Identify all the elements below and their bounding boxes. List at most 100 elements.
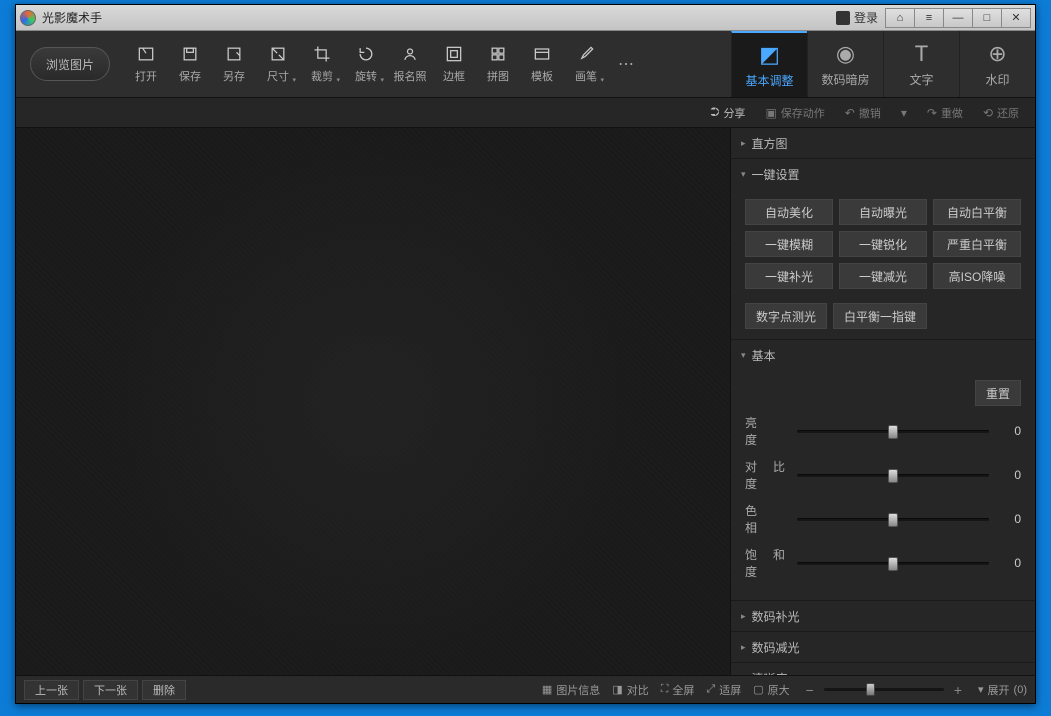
hue-row: 色 相0 [745, 502, 1021, 536]
rtab-watermark[interactable]: ⊕水印 [959, 31, 1035, 97]
fullscreen-icon: ⛶ [661, 683, 669, 696]
spot-meter-button[interactable]: 数字点测光 [745, 303, 827, 329]
auto-beautify-button[interactable]: 自动美化 [745, 199, 833, 225]
restore-icon: ⟲ [983, 106, 993, 120]
tb-idphoto[interactable]: 报名照 [388, 40, 432, 88]
redo-button[interactable]: ↷重做 [919, 105, 971, 121]
clarity-header[interactable]: ▸清晰度 [731, 663, 1035, 675]
tb-crop[interactable]: 裁剪▾ [300, 40, 344, 88]
triangle-down-icon: ▾ [741, 350, 746, 361]
chevron-down-icon: ▾ [336, 76, 340, 84]
save-action-button[interactable]: ▣保存动作 [757, 105, 832, 121]
section-digital-dim: ▸数码减光 [731, 632, 1035, 663]
digital-dim-header[interactable]: ▸数码减光 [731, 632, 1035, 662]
rtab-text[interactable]: T文字 [883, 31, 959, 97]
status-right: ▦图片信息 ◨对比 ⛶全屏 ⤢适屏 ▢原大 − + ▾展开(0) [542, 682, 1027, 698]
original-size-button[interactable]: ▢原大 [753, 682, 789, 698]
hue-slider[interactable] [797, 511, 989, 527]
zoom-in-button[interactable]: + [950, 682, 966, 698]
tb-frame[interactable]: 边框 [432, 40, 476, 88]
settings-button[interactable]: ≡ [914, 8, 944, 28]
chevron-down-icon: ▾ [380, 76, 384, 84]
minimize-button[interactable]: — [943, 8, 973, 28]
auto-exposure-button[interactable]: 自动曝光 [839, 199, 927, 225]
prev-image-button[interactable]: 上一张 [24, 680, 79, 700]
high-iso-button[interactable]: 高ISO降噪 [933, 263, 1021, 289]
triangle-right-icon: ▸ [741, 673, 746, 676]
severe-wb-button[interactable]: 严重白平衡 [933, 231, 1021, 257]
compare-icon: ◨ [612, 683, 622, 696]
save-icon [180, 44, 200, 64]
right-tabs: ◩基本调整 ◉数码暗房 T文字 ⊕水印 [731, 31, 1035, 97]
auto-wb-button[interactable]: 自动白平衡 [933, 199, 1021, 225]
window-controls: ⌂ ≡ — □ ✕ [886, 8, 1031, 28]
delete-image-button[interactable]: 删除 [142, 680, 186, 700]
tb-saveas[interactable]: 另存 [212, 40, 256, 88]
reset-button[interactable]: 重置 [975, 380, 1021, 406]
browse-images-button[interactable]: 浏览图片 [30, 47, 110, 81]
share-button[interactable]: ⮊分享 [702, 105, 753, 121]
histogram-header[interactable]: ▸直方图 [731, 128, 1035, 158]
close-button[interactable]: ✕ [1001, 8, 1031, 28]
status-bar: 上一张 下一张 删除 ▦图片信息 ◨对比 ⛶全屏 ⤢适屏 ▢原大 − + ▾展开… [16, 675, 1035, 703]
basic-adjust-icon: ◩ [759, 42, 780, 68]
saveas-icon [224, 44, 244, 64]
onekey-header[interactable]: ▾一键设置 [731, 159, 1035, 189]
brush-icon [576, 44, 596, 64]
onekey-fill-button[interactable]: 一键补光 [745, 263, 833, 289]
saturation-row: 饱 和 度0 [745, 546, 1021, 580]
tb-save[interactable]: 保存 [168, 40, 212, 88]
fit-button[interactable]: ⤢适屏 [706, 682, 741, 698]
brightness-slider[interactable] [797, 423, 989, 439]
onekey-dim-button[interactable]: 一键减光 [839, 263, 927, 289]
tb-more[interactable]: ⋯ [608, 54, 644, 74]
fullscreen-button[interactable]: ⛶全屏 [661, 682, 695, 698]
login-button[interactable]: 登录 [828, 9, 886, 26]
tb-open[interactable]: 打开 [124, 40, 168, 88]
maximize-button[interactable]: □ [972, 8, 1002, 28]
contrast-slider[interactable] [797, 467, 989, 483]
login-label: 登录 [854, 9, 878, 26]
onekey-sharpen-button[interactable]: 一键锐化 [839, 231, 927, 257]
restore-button[interactable]: ⟲还原 [975, 105, 1027, 121]
image-info-button[interactable]: ▦图片信息 [542, 682, 600, 698]
basic-header[interactable]: ▾基本 [731, 340, 1035, 370]
undo-dropdown[interactable]: ▾ [893, 106, 915, 120]
triangle-right-icon: ▸ [741, 611, 746, 622]
saturation-slider[interactable] [797, 555, 989, 571]
sub-toolbar: ⮊分享 ▣保存动作 ↶撤销 ▾ ↷重做 ⟲还原 [16, 98, 1035, 128]
rotate-icon [356, 44, 376, 64]
collage-icon [488, 44, 508, 64]
wb-picker-button[interactable]: 白平衡一指键 [833, 303, 927, 329]
saturation-label: 饱 和 度 [745, 546, 789, 580]
open-icon [136, 44, 156, 64]
hue-label: 色 相 [745, 502, 789, 536]
triangle-right-icon: ▸ [741, 642, 746, 653]
onekey-blur-button[interactable]: 一键模糊 [745, 231, 833, 257]
info-icon: ▦ [542, 683, 552, 696]
section-onekey: ▾一键设置 自动美化自动曝光自动白平衡 一键模糊一键锐化严重白平衡 一键补光一键… [731, 159, 1035, 340]
tb-template[interactable]: 模板 [520, 40, 564, 88]
tb-rotate[interactable]: 旋转▾ [344, 40, 388, 88]
onekey-body: 自动美化自动曝光自动白平衡 一键模糊一键锐化严重白平衡 一键补光一键减光高ISO… [731, 189, 1035, 339]
pin-button[interactable]: ⌂ [885, 8, 915, 28]
compare-button[interactable]: ◨对比 [612, 682, 648, 698]
zoom-slider[interactable] [824, 688, 944, 691]
next-image-button[interactable]: 下一张 [83, 680, 138, 700]
canvas[interactable] [16, 128, 730, 675]
basic-body: 重置 亮 度0 对 比 度0 色 相0 饱 和 度0 [731, 370, 1035, 600]
digital-fill-header[interactable]: ▸数码补光 [731, 601, 1035, 631]
rtab-darkroom[interactable]: ◉数码暗房 [807, 31, 883, 97]
expand-button[interactable]: ▾展开(0) [978, 682, 1027, 698]
rtab-basic[interactable]: ◩基本调整 [731, 31, 807, 97]
chevron-down-icon: ▾ [600, 76, 604, 84]
tb-brush[interactable]: 画笔▾ [564, 40, 608, 88]
tb-collage[interactable]: 拼图 [476, 40, 520, 88]
zoom-control: − + [802, 682, 966, 698]
undo-button[interactable]: ↶撤销 [837, 105, 889, 121]
triangle-right-icon: ▸ [741, 138, 746, 149]
idphoto-icon [400, 44, 420, 64]
section-clarity: ▸清晰度 [731, 663, 1035, 675]
tb-resize[interactable]: 尺寸▾ [256, 40, 300, 88]
zoom-out-button[interactable]: − [802, 682, 818, 698]
